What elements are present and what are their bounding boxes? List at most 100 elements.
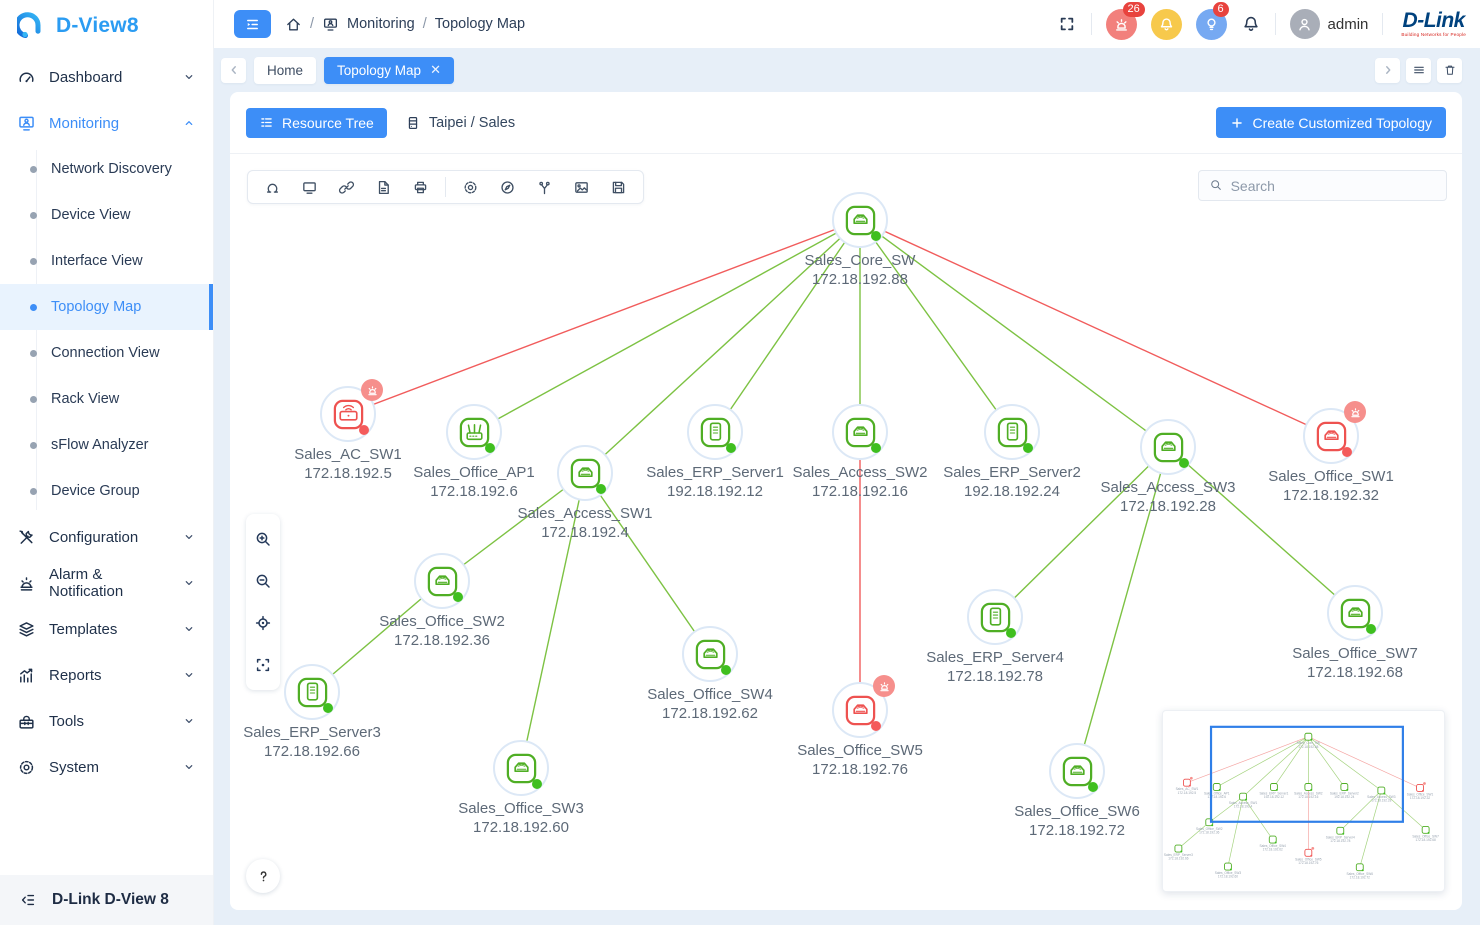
print-icon[interactable] (403, 173, 438, 201)
topology-canvas[interactable]: Sales_Core_SW172.18.192.88 Sales_AC_SW11… (230, 154, 1462, 910)
sidebar-item-topology-map[interactable]: Topology Map (0, 284, 213, 330)
bell-outline-icon[interactable] (1241, 14, 1261, 34)
sidebar-item-dashboard[interactable]: Dashboard (0, 54, 213, 100)
sidebar-item-device-group[interactable]: Device Group (0, 468, 213, 514)
device-node-sales-access-sw1[interactable] (557, 445, 613, 501)
breadcrumb: / Monitoring / Topology Map (285, 16, 525, 33)
tab-topology-map[interactable]: Topology Map✕ (324, 57, 454, 84)
chevron-down-icon (182, 714, 196, 728)
device-node-sales-access-sw2[interactable] (832, 404, 888, 460)
toolbar-divider (445, 177, 446, 197)
home-icon[interactable] (285, 16, 302, 33)
sidebar-item-label: Monitoring (49, 115, 119, 132)
search-input[interactable] (1231, 178, 1436, 194)
fit-view-button[interactable] (246, 644, 280, 686)
zoom-out-button[interactable] (246, 560, 280, 602)
system-icon (17, 758, 36, 777)
export-file-icon[interactable] (366, 173, 401, 201)
minimap[interactable]: Sales_Core_SW172.18.192.88Sales_AC_SW117… (1162, 710, 1445, 892)
sidebar-item-templates[interactable]: Templates (0, 606, 213, 652)
sidebar-item-monitoring[interactable]: Monitoring (0, 100, 213, 146)
device-node-sales-office-sw3[interactable] (493, 740, 549, 796)
svg-text:172.18.192.62: 172.18.192.62 (1263, 848, 1283, 852)
device-node-sales-access-sw3[interactable] (1140, 419, 1196, 475)
tabs-close-all-button[interactable] (1437, 58, 1462, 83)
device-node-sales-erp-server2[interactable] (984, 404, 1040, 460)
sidebar-item-configuration[interactable]: Configuration (0, 514, 213, 560)
dview-logo-icon (17, 11, 47, 41)
display-icon[interactable] (292, 173, 327, 201)
tabs-scroll-left-button[interactable] (221, 58, 246, 83)
sidebar-toggle-button[interactable] (234, 10, 271, 38)
sidebar-footer[interactable]: D-Link D-View 8 (0, 875, 213, 925)
topology-branch-icon[interactable] (527, 173, 562, 201)
sidebar-item-system[interactable]: System (0, 744, 213, 790)
top-header: / Monitoring / Topology Map 26 6 (214, 0, 1480, 48)
locate-button[interactable] (246, 602, 280, 644)
device-node-sales-office-sw5[interactable] (832, 682, 888, 738)
device-node-sales-erp-server4[interactable] (967, 589, 1023, 645)
tabs-scroll-right-button[interactable] (1375, 58, 1400, 83)
device-node-sales-office-sw2[interactable] (414, 553, 470, 609)
settings-icon[interactable] (453, 173, 488, 201)
device-node-sales-office-ap1[interactable] (446, 404, 502, 460)
sidebar-item-device-view[interactable]: Device View (0, 192, 213, 238)
device-node-sales-ac-sw1[interactable] (320, 386, 376, 442)
zoom-in-button[interactable] (246, 518, 280, 560)
save-icon[interactable] (601, 173, 636, 201)
device-label: Sales_ERP_Server1192.18.192.12 (646, 463, 784, 501)
app-logo[interactable]: D-View8 (0, 0, 213, 52)
bullet-icon (30, 350, 37, 357)
breadcrumb-monitoring[interactable]: Monitoring (347, 16, 415, 32)
alarm-badge-icon[interactable] (873, 675, 895, 697)
rediscover-icon[interactable] (255, 173, 290, 201)
sidebar-item-alarm-notification[interactable]: Alarm & Notification (0, 560, 213, 606)
bullet-icon (30, 258, 37, 265)
avatar (1290, 9, 1320, 39)
tabs-menu-button[interactable] (1406, 58, 1431, 83)
tab-home[interactable]: Home (254, 57, 316, 84)
topology-toolbar (247, 170, 644, 204)
sidebar-item-network-discovery[interactable]: Network Discovery (0, 146, 213, 192)
fullscreen-icon[interactable] (1057, 14, 1077, 34)
main-column: / Monitoring / Topology Map 26 6 (214, 0, 1480, 925)
alarm-summary-button[interactable]: 26 (1106, 9, 1137, 40)
chevron-down-icon (182, 576, 196, 590)
close-tab-icon[interactable]: ✕ (430, 62, 441, 78)
device-node-sales-office-sw6[interactable] (1049, 743, 1105, 799)
device-node-sales-office-sw7[interactable] (1327, 585, 1383, 641)
dashboard-icon (17, 68, 36, 87)
device-node-sales-office-sw1[interactable] (1303, 408, 1359, 464)
alarm-badge-icon[interactable] (1344, 401, 1366, 423)
device-label: Sales_Core_SW172.18.192.88 (805, 251, 916, 289)
link-icon[interactable] (329, 173, 364, 201)
image-export-icon[interactable] (564, 173, 599, 201)
chevron-up-icon (182, 116, 196, 130)
help-button[interactable] (246, 859, 280, 893)
alarm-badge-icon[interactable] (361, 379, 383, 401)
device-node-sales-erp-server1[interactable] (687, 404, 743, 460)
sidebar-item-sflow-analyzer[interactable]: sFlow Analyzer (0, 422, 213, 468)
device-node-sales-core-sw[interactable] (832, 192, 888, 248)
content-area: Resource Tree Taipei / Sales Create Cust… (214, 92, 1480, 925)
status-dot (359, 425, 369, 435)
tips-count-badge: 6 (1213, 2, 1229, 17)
device-node-sales-office-sw4[interactable] (682, 626, 738, 682)
sidebar-item-interface-view[interactable]: Interface View (0, 238, 213, 284)
username: admin (1328, 16, 1369, 33)
status-dot (1366, 624, 1376, 634)
compass-icon[interactable] (490, 173, 525, 201)
sidebar-item-label: System (49, 759, 99, 776)
svg-text:172.18.192.72: 172.18.192.72 (1350, 875, 1370, 879)
device-node-sales-erp-server3[interactable] (284, 664, 340, 720)
notification-bell-button[interactable] (1151, 9, 1182, 40)
user-menu[interactable]: admin (1290, 9, 1369, 39)
sidebar-item-tools[interactable]: Tools (0, 698, 213, 744)
sidebar-item-rack-view[interactable]: Rack View (0, 376, 213, 422)
chevron-down-icon (182, 668, 196, 682)
sidebar-item-connection-view[interactable]: Connection View (0, 330, 213, 376)
sidebar-item-label: Configuration (49, 529, 138, 546)
sidebar-item-reports[interactable]: Reports (0, 652, 213, 698)
device-label: Sales_Access_SW3172.18.192.28 (1100, 478, 1235, 516)
tips-button[interactable]: 6 (1196, 9, 1227, 40)
